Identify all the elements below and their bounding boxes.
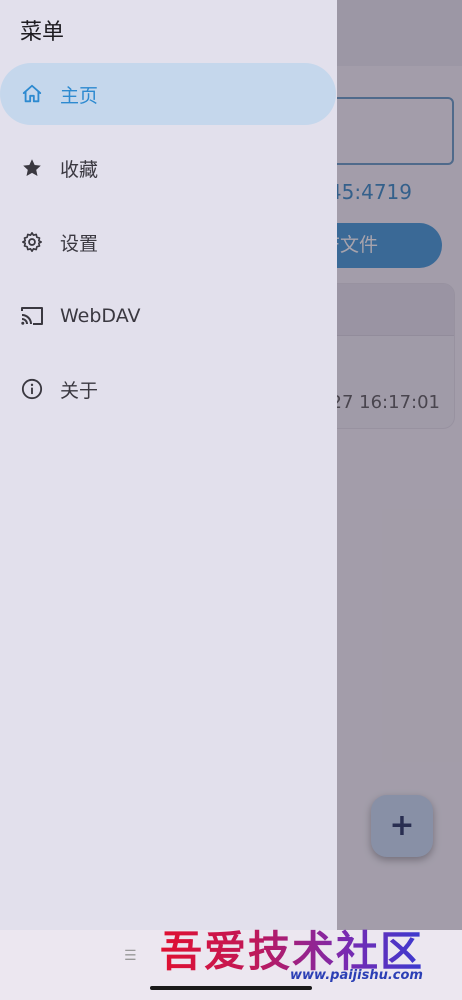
nav-item-label: 主页 [60,84,99,107]
home-icon [20,82,44,106]
cast-icon [20,304,44,328]
drawer-title: 菜单 [20,20,65,45]
home-indicator[interactable] [150,986,312,990]
nav-item-label: WebDAV [60,305,141,327]
nav-item-favorites[interactable]: 收藏 [0,137,336,199]
nav-item-home[interactable]: 主页 [0,63,336,125]
nav-item-settings[interactable]: 设置 [0,211,336,273]
nav-item-label: 设置 [60,232,99,255]
nav-item-label: 关于 [60,379,99,402]
gear-icon [20,230,44,254]
nav-item-webdav[interactable]: WebDAV [0,285,336,347]
star-icon [20,156,44,180]
nav-item-label: 收藏 [60,158,99,181]
nav-item-about[interactable]: 关于 [0,358,336,420]
watermark-url: www.paijishu.com [290,968,423,983]
info-icon [20,377,44,401]
menu-lines-icon: ☰ [124,948,137,964]
navigation-drawer: 菜单 主页 收藏 设置 WebDAV 关于 [0,0,337,930]
